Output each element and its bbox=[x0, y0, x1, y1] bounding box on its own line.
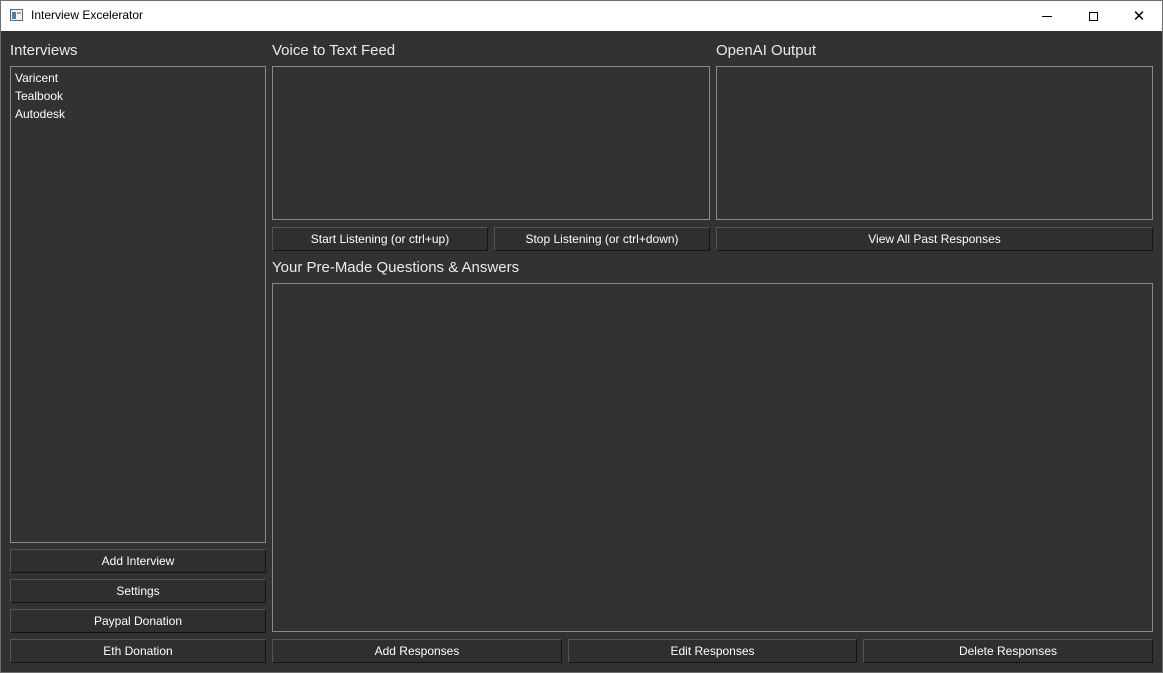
maximize-icon bbox=[1088, 11, 1098, 21]
list-item[interactable]: Tealbook bbox=[11, 87, 265, 105]
list-item[interactable]: Varicent bbox=[11, 69, 265, 87]
minimize-icon bbox=[1042, 15, 1052, 17]
app-window: Interview Excelerator ✕ Interviews Varic… bbox=[0, 0, 1163, 673]
premade-qa-list[interactable] bbox=[272, 283, 1153, 632]
list-item[interactable]: Autodesk bbox=[11, 105, 265, 123]
add-responses-button[interactable]: Add Responses bbox=[272, 639, 562, 663]
premade-qa-label: Your Pre-Made Questions & Answers bbox=[272, 259, 520, 276]
title-bar[interactable]: Interview Excelerator ✕ bbox=[1, 1, 1162, 31]
eth-donation-button[interactable]: Eth Donation bbox=[10, 639, 266, 663]
delete-responses-button[interactable]: Delete Responses bbox=[863, 639, 1153, 663]
interviews-label: Interviews bbox=[10, 42, 78, 59]
edit-responses-button[interactable]: Edit Responses bbox=[568, 639, 857, 663]
close-icon: ✕ bbox=[1132, 6, 1146, 25]
close-button[interactable]: ✕ bbox=[1116, 1, 1162, 31]
maximize-button[interactable] bbox=[1070, 1, 1116, 31]
start-listening-button[interactable]: Start Listening (or ctrl+up) bbox=[272, 227, 488, 251]
window-title: Interview Excelerator bbox=[31, 8, 144, 22]
settings-button[interactable]: Settings bbox=[10, 579, 266, 603]
add-interview-button[interactable]: Add Interview bbox=[10, 549, 266, 573]
app-icon bbox=[10, 9, 23, 21]
voice-feed-textbox[interactable] bbox=[272, 66, 710, 220]
interviews-list[interactable]: Varicent Tealbook Autodesk bbox=[10, 66, 266, 543]
voice-feed-label: Voice to Text Feed bbox=[272, 42, 396, 59]
openai-output-label: OpenAI Output bbox=[716, 42, 817, 59]
minimize-button[interactable] bbox=[1024, 1, 1070, 31]
view-past-responses-button[interactable]: View All Past Responses bbox=[716, 227, 1153, 251]
openai-output-textbox[interactable] bbox=[716, 66, 1153, 220]
paypal-donation-button[interactable]: Paypal Donation bbox=[10, 609, 266, 633]
stop-listening-button[interactable]: Stop Listening (or ctrl+down) bbox=[494, 227, 710, 251]
